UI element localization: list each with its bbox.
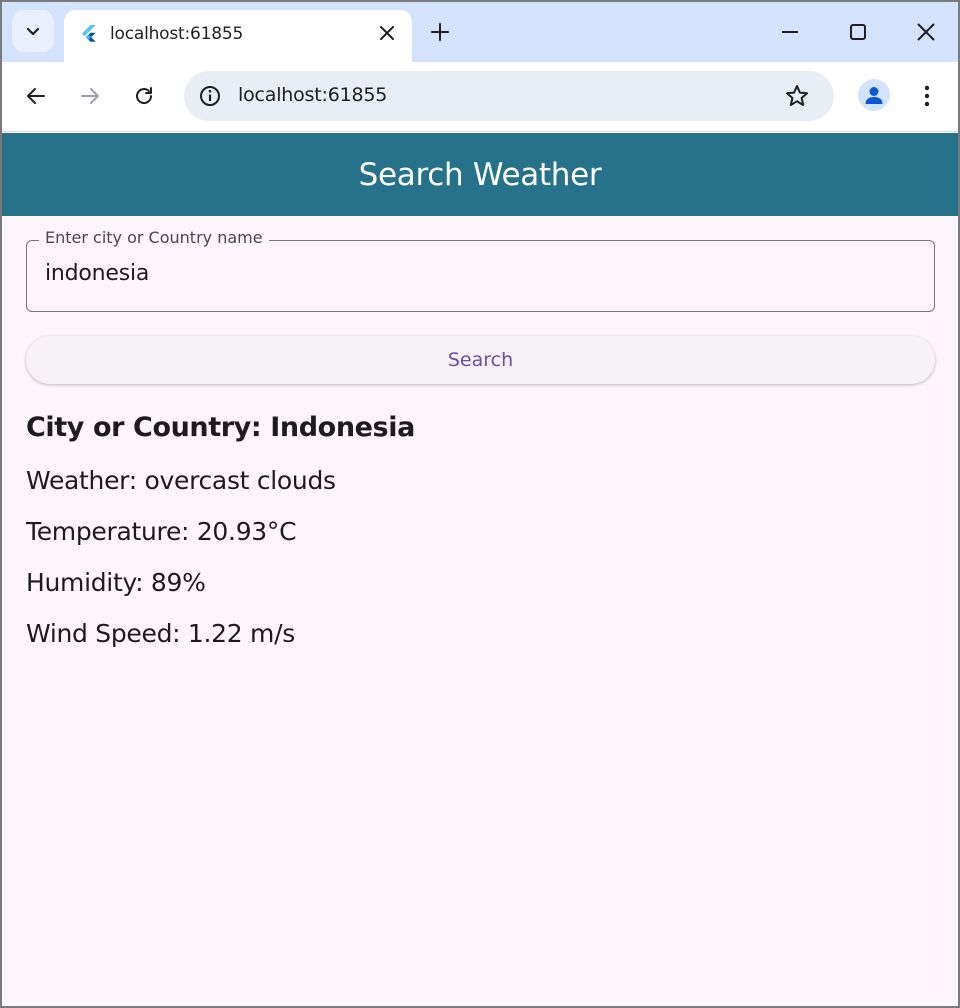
app-bar: Search Weather — [2, 133, 958, 216]
flutter-icon — [82, 25, 96, 42]
chevron-down-icon — [26, 27, 40, 36]
star-icon[interactable] — [784, 83, 810, 109]
search-input-label: Enter city or Country name — [39, 228, 269, 247]
result-humidity: Humidity: 89% — [26, 568, 206, 597]
plus-icon[interactable] — [428, 20, 452, 44]
browser-tab[interactable]: localhost:61855 — [64, 10, 412, 62]
back-arrow-icon[interactable] — [24, 84, 48, 108]
info-icon[interactable] — [196, 82, 224, 110]
tab-search-button[interactable] — [12, 10, 54, 52]
maximize-icon[interactable] — [846, 20, 870, 44]
result-location: City or Country: Indonesia — [26, 412, 415, 443]
close-icon[interactable] — [376, 22, 398, 44]
forward-arrow-icon[interactable] — [78, 84, 102, 108]
search-input-value[interactable]: indonesia — [45, 261, 149, 286]
profile-button[interactable] — [858, 79, 890, 111]
tab-title: localhost:61855 — [110, 24, 244, 44]
search-button[interactable]: Search — [26, 336, 935, 384]
minimize-icon[interactable] — [778, 20, 802, 44]
reload-icon[interactable] — [132, 84, 156, 108]
page-title: Search Weather — [358, 156, 602, 193]
profile-icon — [865, 87, 883, 104]
browser-toolbar: localhost:61855 — [2, 62, 958, 132]
address-bar[interactable]: localhost:61855 — [184, 71, 834, 121]
url-text[interactable]: localhost:61855 — [238, 84, 387, 106]
more-vert-icon[interactable] — [914, 83, 940, 109]
result-wind-speed: Wind Speed: 1.22 m/s — [26, 619, 295, 648]
tab-strip: localhost:61855 — [2, 2, 958, 62]
browser-window: localhost:61855 localhost:61855 Search W… — [0, 0, 960, 1008]
result-temperature: Temperature: 20.93°C — [26, 517, 297, 546]
result-weather: Weather: overcast clouds — [26, 466, 336, 495]
window-close-icon[interactable] — [914, 20, 938, 44]
search-button-label: Search — [447, 349, 514, 371]
search-input[interactable]: Enter city or Country name indonesia — [26, 228, 935, 312]
